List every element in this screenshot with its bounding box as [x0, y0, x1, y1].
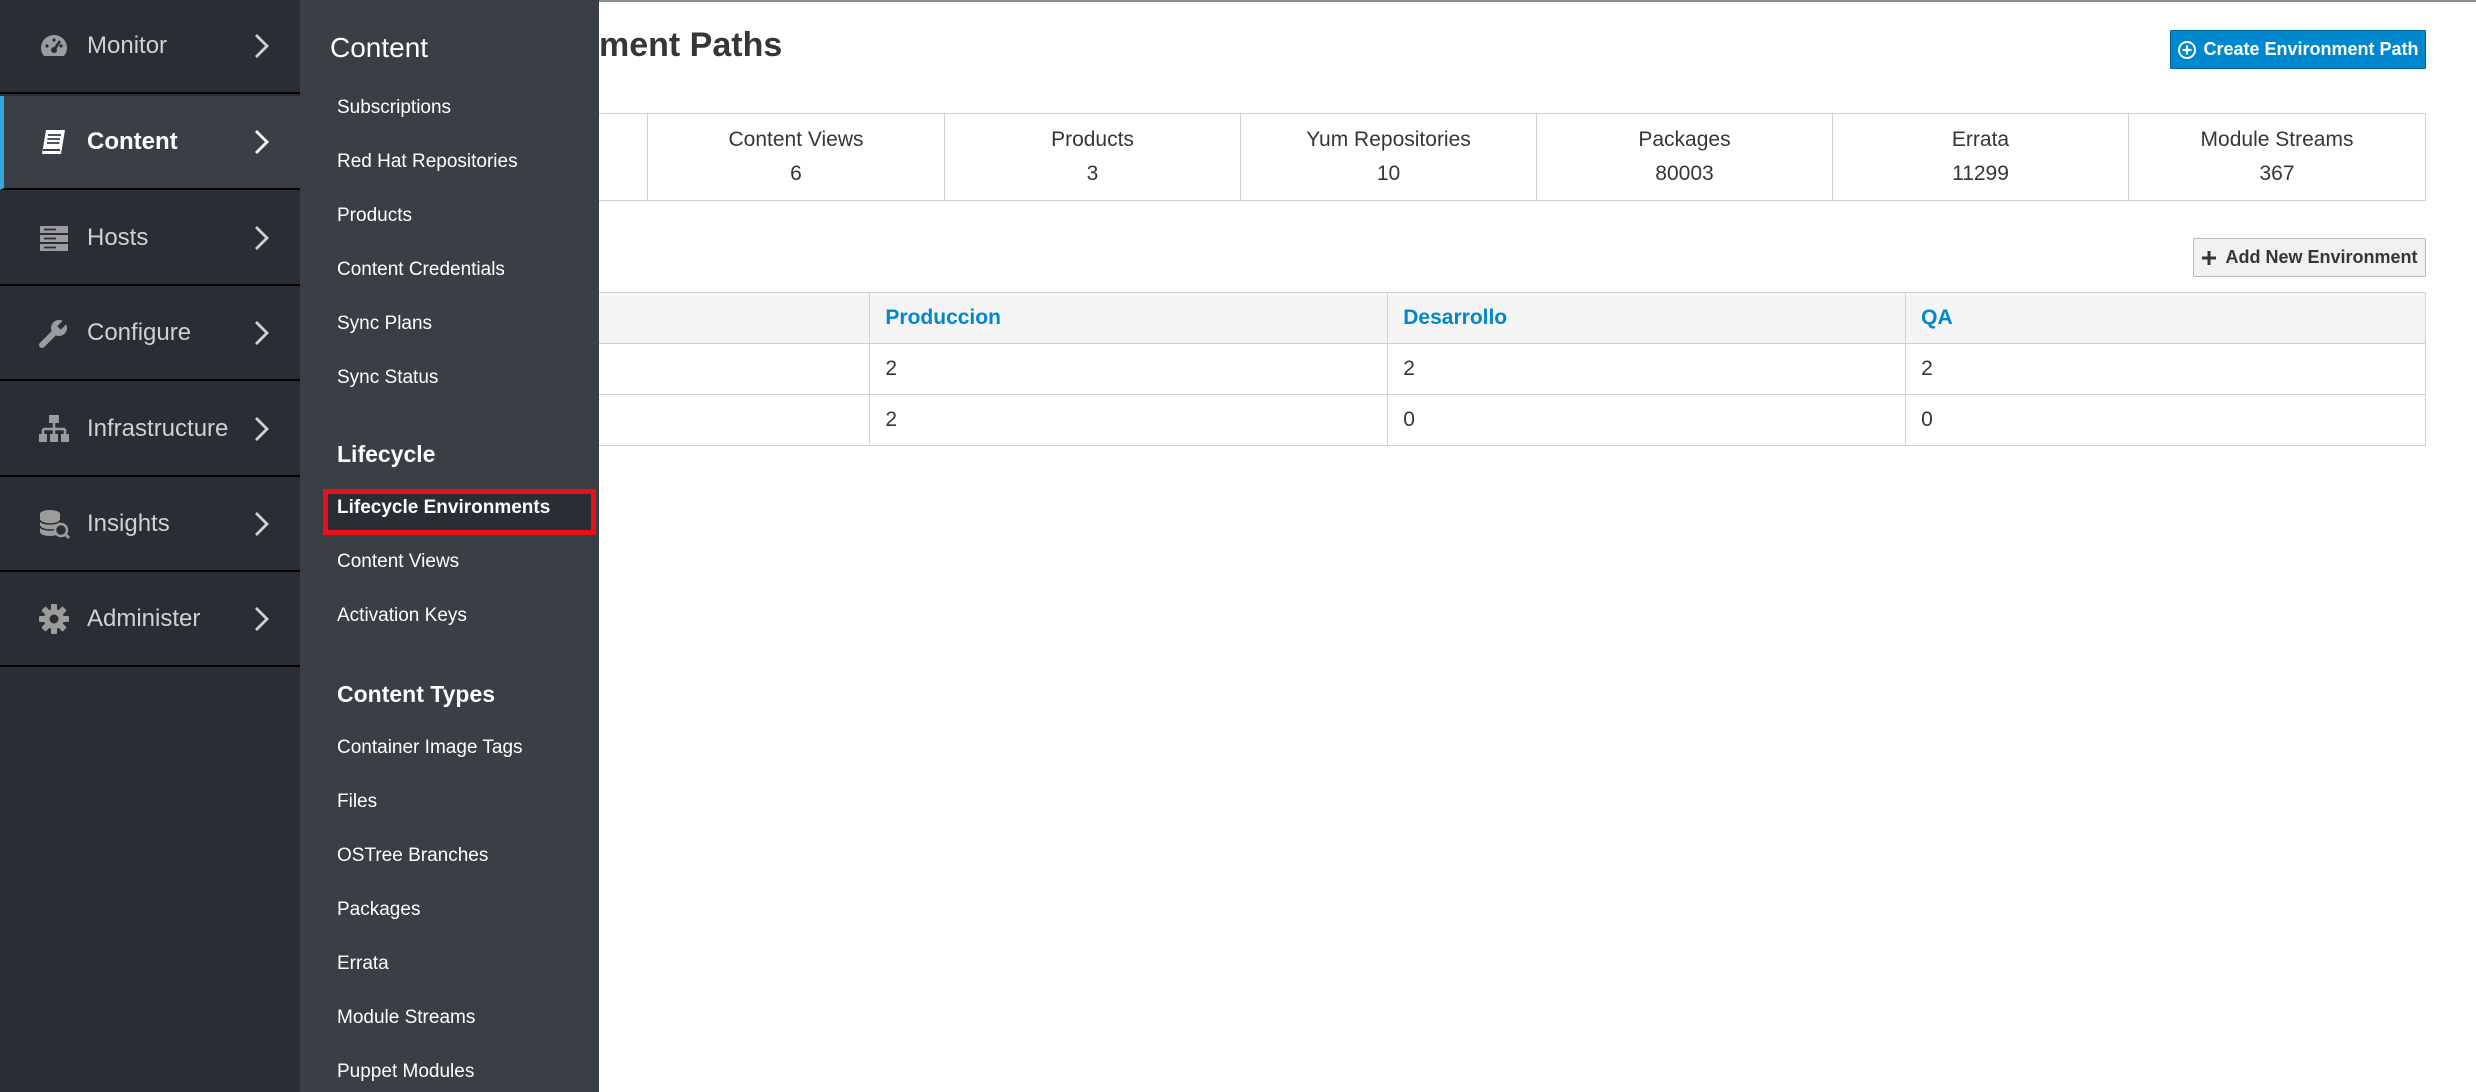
- nav-item-hosts[interactable]: Hosts: [0, 192, 300, 286]
- content-submenu: Content Subscriptions Red Hat Repositori…: [300, 0, 599, 1092]
- chevron-right-icon: [255, 34, 269, 58]
- table-cell: 2: [1387, 343, 1907, 395]
- add-new-environment-button[interactable]: Add New Environment: [2193, 238, 2426, 277]
- submenu-link-subscriptions[interactable]: Subscriptions: [337, 97, 451, 119]
- plus-icon: [2202, 250, 2217, 265]
- summary-cell-yum-repositories: Yum Repositories 10: [1240, 114, 1536, 200]
- summary-label: Content Views: [728, 128, 864, 151]
- table-header-row: Produccion Desarrollo QA: [599, 292, 2426, 344]
- summary-label: Errata: [1951, 128, 2010, 151]
- submenu-link-content-credentials[interactable]: Content Credentials: [337, 259, 505, 281]
- plus-circle-icon: [2178, 40, 2197, 59]
- env-header-desarrollo[interactable]: Desarrollo: [1387, 292, 1907, 344]
- nav-item-content[interactable]: Content: [0, 96, 300, 190]
- nav-item-monitor[interactable]: Monitor: [0, 0, 300, 94]
- summary-label: Module Streams: [2200, 128, 2354, 151]
- chevron-right-icon: [255, 130, 269, 154]
- content-summary: Content Views 6 Products 3 Yum Repositor…: [599, 113, 2426, 201]
- summary-value: 10: [1376, 162, 1401, 185]
- primary-nav: Monitor Content Hosts Configure Infrastr…: [0, 0, 300, 1092]
- add-new-environment-label: Add New Environment: [2225, 247, 2418, 267]
- summary-value: 80003: [1655, 162, 1714, 185]
- page-title: ment Paths: [599, 26, 783, 64]
- nav-item-insights[interactable]: Insights: [0, 478, 300, 572]
- chevron-right-icon: [255, 512, 269, 536]
- table-cell: [599, 394, 871, 446]
- summary-label: Packages: [1638, 128, 1731, 151]
- nav-label-hosts: Hosts: [87, 224, 149, 251]
- env-header-produccion[interactable]: Produccion: [869, 292, 1389, 344]
- nav-label-insights: Insights: [87, 510, 170, 537]
- table-cell: 2: [1905, 343, 2426, 395]
- summary-label: Yum Repositories: [1306, 128, 1471, 151]
- nav-label-configure: Configure: [87, 319, 192, 346]
- summary-cell-module-streams: Module Streams 367: [2128, 114, 2425, 200]
- summary-value: 6: [790, 162, 802, 185]
- summary-cell-products: Products 3: [944, 114, 1240, 200]
- summary-value: 11299: [1952, 162, 2009, 185]
- book-icon: [42, 130, 65, 154]
- summary-value: 3: [1086, 162, 1099, 185]
- table-row: 2 2 2: [599, 343, 2426, 395]
- submenu-link-products[interactable]: Products: [337, 205, 412, 227]
- nav-item-infrastructure[interactable]: Infrastructure: [0, 383, 300, 477]
- nav-label-monitor: Monitor: [87, 32, 168, 59]
- summary-cell-packages: Packages 80003: [1536, 114, 1832, 200]
- chevron-right-icon: [255, 226, 269, 250]
- network-icon: [39, 415, 69, 442]
- chevron-right-icon: [255, 607, 269, 631]
- submenu-header-lifecycle: Lifecycle: [337, 441, 436, 467]
- summary-label: Products: [1051, 128, 1134, 151]
- nav-label-content: Content: [87, 128, 178, 155]
- table-cell: 0: [1387, 394, 1907, 446]
- table-header-cell: [599, 292, 871, 344]
- environment-path-table: Produccion Desarrollo QA 2 2 2 2 0 0: [599, 292, 2426, 446]
- dashboard-icon: [41, 35, 67, 56]
- submenu-link-red-hat-repositories[interactable]: Red Hat Repositories: [337, 151, 518, 173]
- header-border: [599, 0, 2476, 2]
- chevron-right-icon: [255, 417, 269, 441]
- table-cell: 0: [1905, 394, 2426, 446]
- table-cell: 2: [869, 394, 1389, 446]
- database-search-icon: [39, 510, 70, 540]
- table-row: 2 0 0: [599, 394, 2426, 446]
- nav-label-administer: Administer: [87, 605, 201, 632]
- table-cell: 2: [869, 343, 1389, 395]
- create-environment-path-button[interactable]: Create Environment Path: [2170, 30, 2426, 69]
- env-header-qa[interactable]: QA: [1905, 292, 2426, 344]
- summary-value: 367: [2259, 162, 2295, 185]
- nav-item-configure[interactable]: Configure: [0, 287, 300, 381]
- summary-cell: [599, 114, 648, 200]
- wrench-icon: [39, 317, 70, 348]
- nav-item-administer[interactable]: Administer: [0, 573, 300, 667]
- nav-label-infrastructure: Infrastructure: [87, 415, 229, 442]
- chevron-right-icon: [255, 321, 269, 345]
- summary-cell-content-views: Content Views 6: [647, 114, 944, 200]
- submenu-link-sync-plans[interactable]: Sync Plans: [337, 313, 432, 335]
- table-cell: [599, 343, 871, 395]
- submenu-link-sync-status[interactable]: Sync Status: [337, 367, 438, 389]
- gear-icon: [39, 604, 69, 634]
- highlighted-menu-item[interactable]: [323, 489, 596, 535]
- create-environment-path-label: Create Environment Path: [2203, 39, 2419, 59]
- summary-cell-errata: Errata 11299: [1832, 114, 2128, 200]
- server-icon: [40, 226, 68, 251]
- submenu-title: Content: [330, 32, 429, 63]
